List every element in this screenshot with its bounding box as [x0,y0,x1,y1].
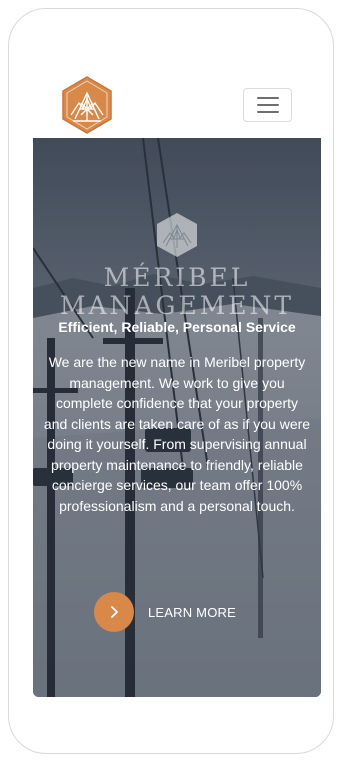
brand-name-line-1: MÉRIBEL [103,263,251,292]
menu-toggle-button[interactable] [243,88,292,122]
hamburger-menu-icon-bar [256,111,279,113]
meribel-emblem-icon [157,213,197,257]
meribel-mountain-emblem-icon [62,76,112,134]
learn-more-label[interactable]: LEARN MORE [148,605,236,620]
hero-tagline: Efficient, Reliable, Personal Service [58,319,296,335]
cta-circle[interactable] [94,592,134,632]
hamburger-menu-icon-bar [256,104,279,106]
hamburger-menu-icon [256,97,279,99]
chevron-right-icon [111,606,118,618]
hero-description: We are the new name in Meribel property … [43,354,311,514]
brand-name-line-2: MANAGEMENT [59,291,295,320]
hero-section: MÉRIBEL MANAGEMENT Efficient, Reliable, … [33,138,321,697]
site-logo[interactable] [57,75,117,135]
learn-more-button[interactable]: LEARN MORE [94,592,236,632]
site-header [0,0,344,138]
